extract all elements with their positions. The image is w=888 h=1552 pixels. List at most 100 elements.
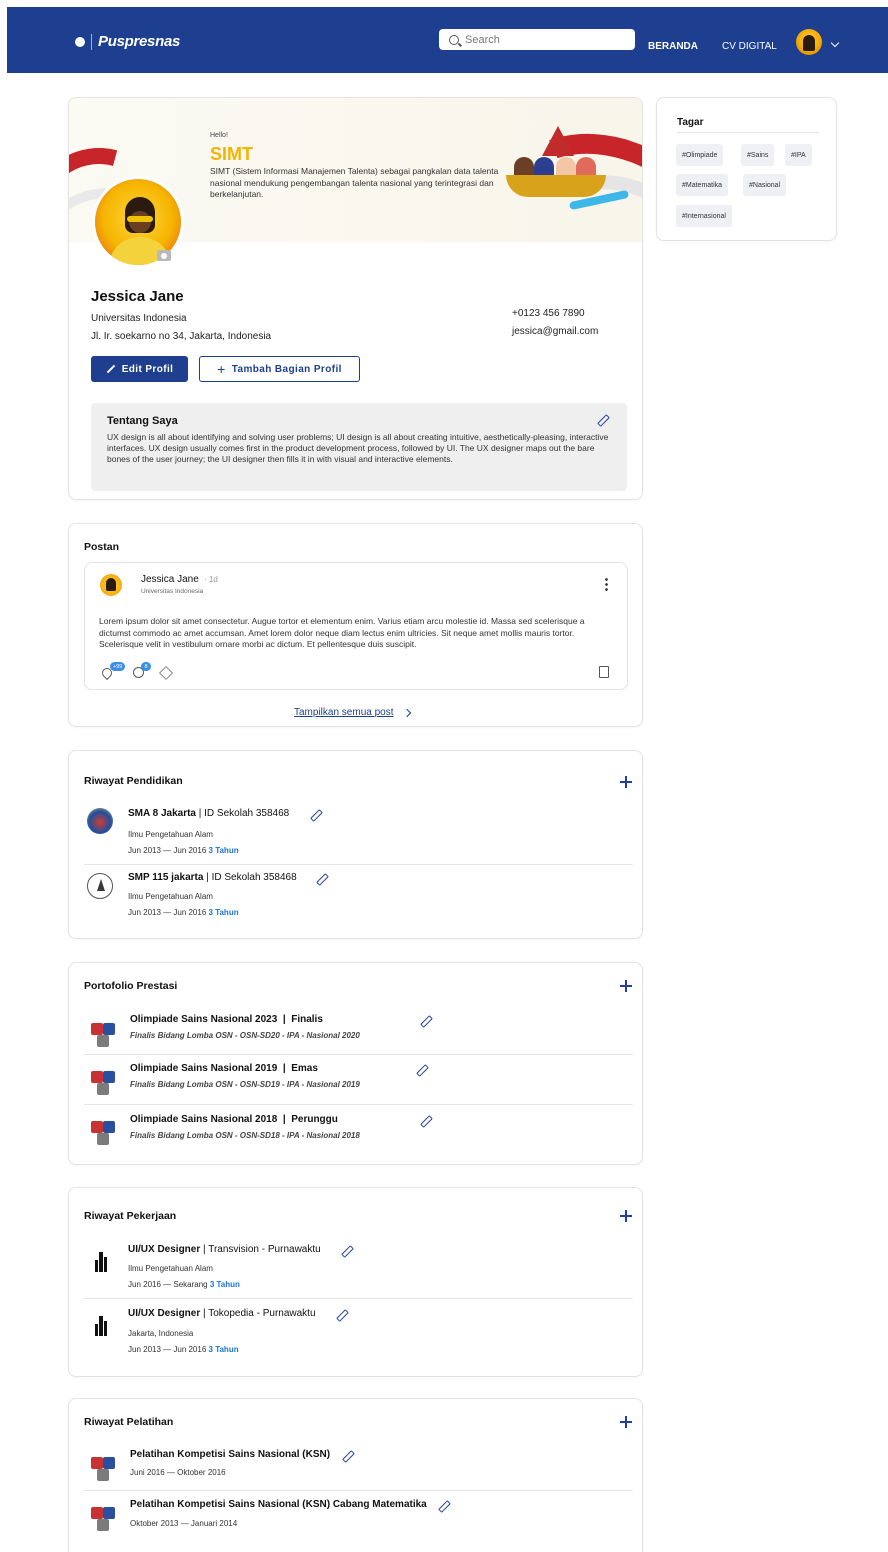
ksn-logo bbox=[89, 1505, 117, 1533]
training-name: Pelatihan Kompetisi Sains Nasional (KSN) bbox=[130, 1449, 331, 1460]
edit-pencil-icon[interactable] bbox=[309, 808, 321, 820]
item-divider bbox=[84, 1054, 633, 1055]
tags-card: Tagar #Olimpiade #Sains #IPA #Matematika… bbox=[656, 97, 837, 241]
work-item-title: UI/UX Designer | Tokopedia - Purnawaktu bbox=[128, 1308, 316, 1319]
add-education-icon[interactable] bbox=[620, 776, 632, 788]
education-card: Riwayat Pendidikan SMA 8 Jakarta | ID Se… bbox=[68, 750, 643, 939]
nav-beranda[interactable]: BERANDA bbox=[648, 41, 698, 52]
banner-description: SIMT (Sistem Informasi Manajemen Talenta… bbox=[210, 166, 499, 199]
post-avatar[interactable] bbox=[100, 574, 122, 596]
edit-pencil-icon[interactable] bbox=[437, 1499, 449, 1511]
achievement-item-title: Olimpiade Sains Nasional 2023 | Finalis bbox=[130, 1014, 323, 1025]
training-item-title: Pelatihan Kompetisi Sains Nasional (KSN)… bbox=[130, 1499, 427, 1510]
tag-chip[interactable]: #Matematika bbox=[676, 174, 729, 196]
education-major: Ilmu Pengetahuan Alam bbox=[128, 892, 213, 901]
bookmark-icon[interactable] bbox=[599, 666, 609, 678]
logo-text: Puspresnas bbox=[98, 33, 181, 50]
work-period: Jun 2013 — Jun 2016 3 Tahun bbox=[128, 1345, 239, 1354]
profile-card: Hello! SIMT SIMT (Sistem Informasi Manaj… bbox=[68, 97, 643, 500]
achievements-title: Portofolio Prestasi bbox=[84, 980, 178, 992]
edit-profile-button[interactable]: Edit Profil bbox=[91, 356, 188, 382]
boat-hull bbox=[506, 175, 606, 197]
post-author-university: Universitas Indonesia bbox=[141, 588, 204, 595]
work-company: Transvision - Purnawaktu bbox=[208, 1244, 321, 1255]
work-subtitle: Ilmu Pengetahuan Alam bbox=[128, 1264, 213, 1273]
post-author[interactable]: Jessica Jane bbox=[141, 574, 199, 585]
edit-pencil-icon[interactable] bbox=[419, 1014, 431, 1026]
training-period: Juni 2016 — Oktober 2016 bbox=[130, 1468, 226, 1477]
add-profile-section-button[interactable]: + Tambah Bagian Profil bbox=[199, 356, 360, 382]
about-title: Tentang Saya bbox=[107, 415, 178, 427]
chevron-right-icon bbox=[402, 708, 411, 717]
duration-text: 3 Tahun bbox=[208, 846, 239, 855]
banner-title: SIMT bbox=[210, 144, 253, 164]
achievement-rank: Perunggu bbox=[291, 1114, 338, 1125]
training-card: Riwayat Pelatihan Pelatihan Kompetisi Sa… bbox=[68, 1398, 643, 1552]
work-title: Riwayat Pekerjaan bbox=[84, 1210, 177, 1222]
comment-count-badge: 8 bbox=[141, 662, 151, 671]
training-item-title: Pelatihan Kompetisi Sains Nasional (KSN) bbox=[130, 1449, 330, 1460]
separator: | bbox=[277, 1014, 292, 1025]
add-training-icon[interactable] bbox=[620, 1416, 632, 1428]
education-title: Riwayat Pendidikan bbox=[84, 775, 183, 787]
add-work-icon[interactable] bbox=[620, 1210, 632, 1222]
edit-pencil-icon[interactable] bbox=[315, 872, 327, 884]
logo-divider bbox=[91, 33, 92, 50]
edit-pencil-icon[interactable] bbox=[335, 1308, 347, 1320]
show-all-posts-link[interactable]: Tampilkan semua post bbox=[294, 707, 411, 718]
show-all-posts-label: Tampilkan semua post bbox=[294, 707, 394, 718]
plus-icon: + bbox=[217, 361, 226, 377]
puspresnas-logo[interactable]: Puspresnas bbox=[75, 33, 180, 50]
achievement-name: Olimpiade Sains Nasional 2023 bbox=[130, 1014, 278, 1025]
education-major: Ilmu Pengetahuan Alam bbox=[128, 830, 213, 839]
osn-logo bbox=[89, 1119, 117, 1147]
post-time: · 1d bbox=[204, 575, 218, 584]
work-period: Jun 2016 — Sekarang 3 Tahun bbox=[128, 1280, 240, 1289]
more-options-icon[interactable] bbox=[605, 577, 608, 591]
school-id: ID Sekolah 358468 bbox=[211, 872, 297, 883]
boat-illustration bbox=[506, 126, 606, 197]
education-item-title: SMA 8 Jakarta | ID Sekolah 358468 bbox=[128, 808, 289, 819]
separator: | bbox=[203, 872, 212, 883]
tag-chip[interactable]: #Internasional bbox=[676, 205, 732, 227]
duration-text: 3 Tahun bbox=[208, 1345, 239, 1354]
tag-chip[interactable]: #Olimpiade bbox=[676, 144, 724, 166]
training-name: Pelatihan Kompetisi Sains Nasional (KSN)… bbox=[130, 1499, 427, 1510]
user-avatar[interactable] bbox=[796, 29, 822, 55]
education-period: Jun 2013 — Jun 2016 3 Tahun bbox=[128, 908, 239, 917]
school-logo bbox=[87, 873, 113, 899]
edit-profile-label: Edit Profil bbox=[121, 363, 174, 375]
tag-chip[interactable]: #Sains bbox=[741, 144, 775, 166]
training-period: Oktober 2013 — Januari 2014 bbox=[130, 1519, 238, 1528]
posts-card: Postan Jessica Jane · 1d Universitas Ind… bbox=[68, 523, 643, 727]
photo-glasses bbox=[127, 216, 153, 222]
pencil-icon bbox=[106, 364, 115, 374]
chevron-down-icon[interactable] bbox=[830, 38, 840, 48]
period-text: Jun 2016 — Sekarang bbox=[128, 1280, 208, 1289]
achievement-item-title: Olimpiade Sains Nasional 2019 | Emas bbox=[130, 1063, 318, 1074]
edit-pencil-icon[interactable] bbox=[419, 1114, 431, 1126]
top-navbar: Puspresnas BERANDA CV DIGITAL bbox=[7, 7, 888, 73]
edit-pencil-icon[interactable] bbox=[596, 413, 608, 425]
posts-title: Postan bbox=[84, 541, 120, 553]
share-icon[interactable] bbox=[160, 667, 172, 679]
edit-pencil-icon[interactable] bbox=[340, 1244, 352, 1256]
school-id: ID Sekolah 358468 bbox=[204, 808, 290, 819]
achievement-detail: Finalis Bidang Lomba OSN - OSN-SD19 - IP… bbox=[130, 1080, 360, 1089]
work-company: Tokopedia - Purnawaktu bbox=[208, 1308, 316, 1319]
nav-cv-digital[interactable]: CV DIGITAL bbox=[722, 41, 777, 52]
separator: | bbox=[277, 1063, 292, 1074]
about-section: Tentang Saya UX design is all about iden… bbox=[91, 403, 627, 491]
separator: | bbox=[277, 1114, 292, 1125]
camera-icon[interactable] bbox=[157, 250, 171, 261]
training-title: Riwayat Pelatihan bbox=[84, 1416, 174, 1428]
edit-pencil-icon[interactable] bbox=[341, 1449, 353, 1461]
search-input[interactable] bbox=[465, 33, 625, 46]
tag-chip[interactable]: #IPA bbox=[785, 144, 812, 166]
search-bar[interactable] bbox=[439, 29, 635, 50]
add-achievement-icon[interactable] bbox=[620, 980, 632, 992]
school-name: SMA 8 Jakarta bbox=[128, 808, 196, 819]
edit-pencil-icon[interactable] bbox=[415, 1063, 427, 1075]
tags-title: Tagar bbox=[677, 117, 704, 128]
tag-chip[interactable]: #Nasional bbox=[743, 174, 787, 196]
